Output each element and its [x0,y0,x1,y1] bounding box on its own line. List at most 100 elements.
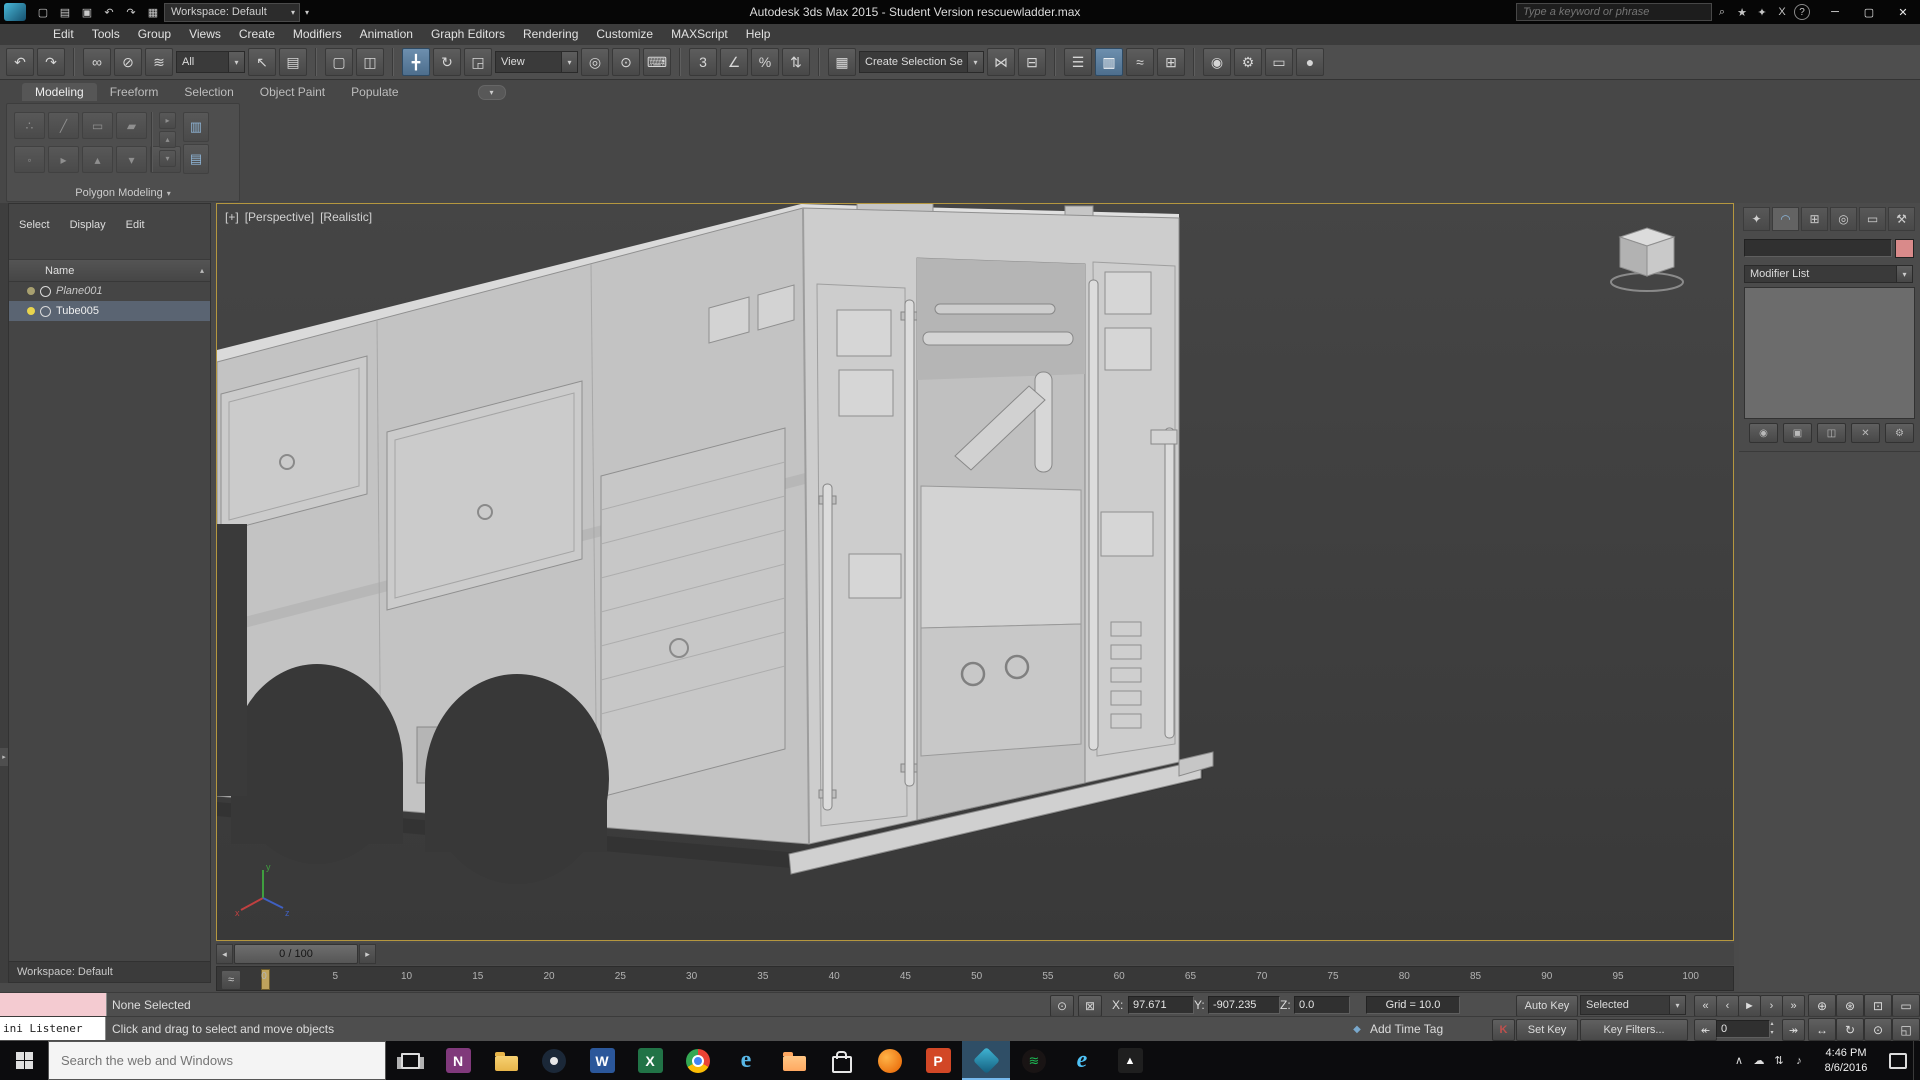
viewport-shading-menu[interactable]: [Realistic] [320,210,372,224]
modify-tab-icon[interactable]: ◠ [1772,207,1799,231]
rectangular-selection-region-icon[interactable]: ▢ [325,48,353,76]
select-and-link-icon[interactable]: ∞ [83,48,111,76]
taskbar-app-internet-explorer[interactable]: e [1058,1041,1106,1080]
project-folder-icon[interactable]: ▦ [142,3,164,21]
explorer-menu-select[interactable]: Select [9,214,60,236]
taskbar-clock[interactable]: 4:46 PM 8/6/2016 [1809,1041,1883,1080]
time-configuration-icon[interactable]: ⊙ [1864,1018,1892,1041]
utilities-tab-icon[interactable]: ⚒ [1888,207,1915,231]
maximize-viewport-toggle-icon[interactable]: ◱ [1892,1018,1920,1041]
render-setup-icon[interactable]: ⚙ [1234,48,1262,76]
exchange-apps-icon[interactable]: X [1772,3,1792,21]
window-crossing-icon[interactable]: ◫ [356,48,384,76]
hierarchy-tab-icon[interactable]: ⊞ [1801,207,1828,231]
keyboard-shortcut-override-icon[interactable]: ⌨ [643,48,671,76]
taskbar-app-3ds-max[interactable] [962,1041,1010,1080]
explorer-menu-display[interactable]: Display [60,214,116,236]
next-key-icon[interactable]: ↠ [1782,1019,1805,1041]
selection-filter-dropdown[interactable]: All ▾ [176,51,245,73]
bind-to-space-warp-icon[interactable]: ≋ [145,48,173,76]
rendered-frame-window-icon[interactable]: ▭ [1265,48,1293,76]
object-color-swatch[interactable] [1895,239,1914,258]
menu-animation[interactable]: Animation [351,24,422,45]
frame-ruler[interactable]: 0 5 10 15 20 25 30 35 40 45 50 55 60 65 … [257,971,1699,982]
select-and-rotate-icon[interactable]: ↻ [433,48,461,76]
tray-network-icon[interactable]: ⇅ [1769,1041,1789,1080]
object-name-field[interactable] [1744,239,1892,257]
border-mode-icon[interactable]: ▭ [82,112,113,139]
taskbar-app-file-explorer[interactable] [482,1041,530,1080]
key-filters-button[interactable]: Key Filters... [1580,1019,1688,1041]
graphite-ribbon-toggle-icon[interactable]: ▥ [1095,48,1123,76]
element-mode-icon[interactable]: ◦ [14,146,45,173]
open-file-icon[interactable]: ▤ [54,3,76,21]
modifier-stack[interactable] [1744,287,1915,419]
mini-curve-editor-icon[interactable]: ≈ [221,970,241,990]
visibility-bulb-icon[interactable] [27,287,35,295]
selection-lock-icon[interactable]: ⊠ [1078,995,1102,1017]
menu-help[interactable]: Help [737,24,780,45]
tab-object-paint[interactable]: Object Paint [247,83,338,101]
track-bar[interactable]: ≈ 0 5 10 15 20 25 30 35 40 45 50 55 60 6… [216,966,1734,991]
display-tab-icon[interactable]: ▭ [1859,207,1886,231]
percent-snap-icon[interactable]: % [751,48,779,76]
schematic-view-icon[interactable]: ⊞ [1157,48,1185,76]
create-tab-icon[interactable]: ✦ [1743,207,1770,231]
previous-frame-arrow[interactable]: ◂ [216,944,233,964]
taskbar-app-spotify[interactable]: ≋ [1010,1041,1058,1080]
mini-tool-icon[interactable]: ▾ [159,150,176,167]
edge-mode-icon[interactable]: ╱ [48,112,79,139]
tab-populate[interactable]: Populate [338,83,411,101]
go-to-start-icon[interactable]: « [1694,995,1717,1017]
show-end-result-toggle-icon[interactable]: ▥ [183,112,209,142]
start-button[interactable] [0,1041,48,1080]
3ds-max-logo-icon[interactable] [4,3,26,21]
next-frame-icon[interactable]: › [1760,995,1783,1017]
time-slider[interactable]: ◂ 0 / 100 ▸ [216,943,1734,965]
workspace-bar[interactable]: Workspace: Default [9,961,210,982]
panel-label-row[interactable]: Polygon Modeling ▾ [7,187,239,199]
manage-layers-icon[interactable]: ☰ [1064,48,1092,76]
action-center-button[interactable] [1883,1041,1913,1080]
list-item-tube005[interactable]: Tube005 [9,301,210,321]
show-desktop-sliver[interactable] [1913,1041,1920,1080]
remove-modifier-icon[interactable]: ✕ [1851,423,1880,443]
zoom-icon[interactable]: ⊕ [1808,994,1836,1017]
previous-frame-icon[interactable]: ‹ [1716,995,1739,1017]
viewcube[interactable] [1601,218,1693,302]
explorer-menu-edit[interactable]: Edit [116,214,155,236]
select-and-move-icon[interactable]: ╋ [402,48,430,76]
zoom-extents-icon[interactable]: ⊡ [1864,994,1892,1017]
edit-named-selection-sets-icon[interactable]: ▦ [828,48,856,76]
menu-modifiers[interactable]: Modifiers [284,24,351,45]
redo-icon[interactable]: ↷ [120,3,142,21]
use-pivot-point-center-icon[interactable]: ◎ [581,48,609,76]
maxscript-mini-listener-macro[interactable] [0,993,107,1016]
frame-spinner[interactable]: ▴ ▾ [1766,1020,1778,1038]
perspective-viewport[interactable]: [+] [Perspective] [Realistic] x y z [216,203,1734,941]
ribbon-minimize-toggle[interactable]: ▾ [478,85,506,100]
taskbar-app-word[interactable]: W [578,1041,626,1080]
selected-set-dropdown[interactable]: Selected ▾ [1580,995,1686,1015]
make-unique-icon[interactable]: ◫ [1817,423,1846,443]
viewport-general-menu[interactable]: [+] [225,210,239,224]
taskbar-app-onenote[interactable]: N [434,1041,482,1080]
go-to-end-icon[interactable]: » [1782,995,1805,1017]
new-scene-icon[interactable]: ▢ [32,3,54,21]
select-by-name-icon[interactable]: ▤ [279,48,307,76]
taskbar-search-input[interactable] [48,1041,386,1080]
collapse-stack-icon[interactable]: ▴ [82,146,113,173]
render-production-icon[interactable]: ● [1296,48,1324,76]
x-coord-field[interactable] [1128,996,1194,1014]
add-time-tag[interactable]: Add Time Tag [1370,1022,1443,1036]
reference-coordinate-system-dropdown[interactable]: View ▾ [495,51,578,73]
maxscript-mini-listener-script[interactable]: ini Listener [0,1017,106,1040]
taskbar-app-chrome[interactable] [674,1041,722,1080]
communication-center-icon[interactable]: ✦ [1752,3,1772,21]
show-end-result-icon[interactable]: ▣ [1783,423,1812,443]
preview-subobject-icon[interactable]: ▸ [48,146,79,173]
play-animation-icon[interactable]: ► [1738,995,1761,1017]
truck-rear-face[interactable] [803,208,1179,844]
zoom-all-icon[interactable]: ⊛ [1836,994,1864,1017]
explorer-name-column-header[interactable]: Name ▴ [9,259,210,282]
